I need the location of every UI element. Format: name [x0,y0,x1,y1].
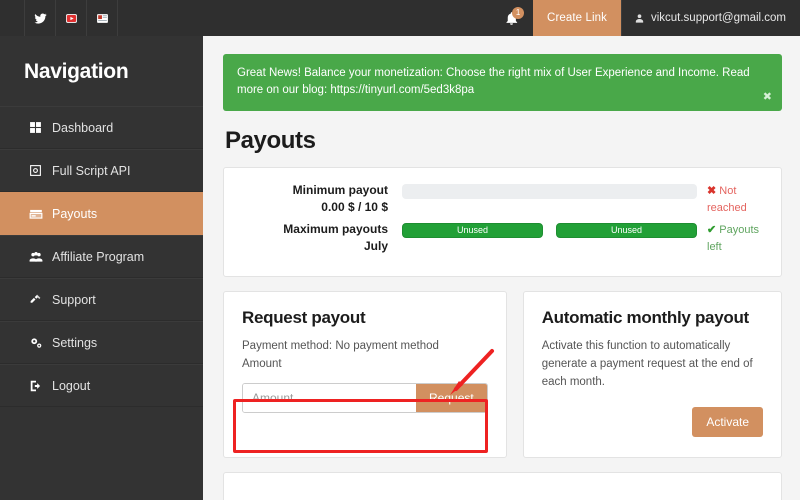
close-icon[interactable]: ✖ [763,92,772,103]
automatic-payout-title: Automatic monthly payout [541,308,750,327]
payout-panels-row: Request payout Payment method: No paymen… [223,291,782,458]
stat-bars [402,182,697,199]
sidebar-item-full-script-api[interactable]: Full Script API [0,149,203,192]
stat-label-line1: Maximum payouts [283,222,388,236]
users-icon [28,250,43,264]
social-links-group [24,0,118,36]
sidebar-item-affiliate-program[interactable]: Affiliate Program [0,235,203,278]
sidebar-item-label: Payouts [52,206,98,221]
news-glyph [96,13,108,23]
sidebar-item-label: Support [52,292,96,307]
payout-stats-card: Minimum payout 0.00 $ / 10 $ ✖ Not reach… [223,167,782,277]
sidebar-item-label: Affiliate Program [52,249,145,264]
announcement-text: Great News! Balance your monetization: C… [237,67,750,96]
stat-bars: Unused Unused [402,221,697,238]
news-icon[interactable] [86,0,118,36]
top-navbar: 1 Create Link vikcut.support@gmail.com [0,0,800,36]
request-payout-card: Request payout Payment method: No paymen… [223,291,507,458]
life-ring-icon [28,293,43,306]
stat-label: Maximum payouts July [242,221,402,255]
check-icon: ✔ [707,224,717,236]
sidebar-item-support[interactable]: Support [0,278,203,321]
sidebar-item-payouts[interactable]: Payouts [0,192,203,235]
payout-slot-bar: Unused [556,223,697,238]
sidebar-item-label: Full Script API [52,163,131,178]
user-email-label: vikcut.support@gmail.com [650,12,786,24]
notification-badge: 1 [512,7,525,19]
stat-label-line2: 0.00 $ / 10 $ [321,200,388,214]
payment-method-line: Payment method: No payment method [242,340,439,352]
twitter-icon[interactable] [24,0,56,36]
credit-card-icon [28,207,43,221]
activate-button-wrap: Activate [542,407,763,437]
stat-label: Minimum payout 0.00 $ / 10 $ [242,182,402,216]
stat-label-line2: July [363,239,388,253]
status-badge-payouts-left: ✔ Payouts left [697,221,763,256]
sidebar-item-dashboard[interactable]: Dashboard [0,106,203,149]
progress-bar-empty [402,184,697,199]
activate-button[interactable]: Activate [692,407,763,437]
grid-icon [28,121,43,134]
automatic-payout-description: Activate this function to automatically … [541,340,753,388]
request-button[interactable]: Request [416,384,487,412]
create-link-button[interactable]: Create Link [533,0,621,36]
request-payout-title: Request payout [242,308,366,327]
amount-label: Amount [242,358,282,370]
user-menu[interactable]: vikcut.support@gmail.com [620,0,800,36]
notifications-button[interactable]: 1 [489,0,533,36]
user-icon [635,13,644,23]
announcement-banner: Great News! Balance your monetization: C… [223,54,782,111]
automatic-monthly-payout-card: Automatic monthly payout Activate this f… [522,291,782,458]
main-content: Great News! Balance your monetization: C… [203,36,800,500]
sign-out-icon [28,379,43,393]
sidebar-item-label: Dashboard [52,120,114,135]
sidebar-item-logout[interactable]: Logout [0,364,203,407]
stat-row-maximum-payouts: Maximum payouts July Unused Unused ✔ Pay… [242,221,763,256]
twitter-glyph [34,13,47,24]
youtube-icon[interactable] [55,0,87,36]
app-root: 1 Create Link vikcut.support@gmail.com N… [0,0,800,500]
page-title: Payouts [225,127,316,154]
amount-input[interactable] [243,384,416,412]
expand-icon [28,164,43,177]
stat-label-line1: Minimum payout [292,183,388,197]
cogs-icon [28,336,43,350]
sidebar-item-settings[interactable]: Settings [0,321,203,364]
status-badge-not-reached: ✖ Not reached [697,182,763,217]
bottom-card-partial [223,472,782,500]
sidebar-item-label: Settings [52,335,98,350]
youtube-glyph [65,13,77,23]
amount-input-group: Request [242,383,488,413]
sidebar: Navigation Dashboard Full Script API Pay… [0,36,203,500]
stat-row-minimum-payout: Minimum payout 0.00 $ / 10 $ ✖ Not reach… [242,182,763,217]
sidebar-item-label: Logout [52,378,91,393]
sidebar-title: Navigation [24,60,129,83]
cross-icon: ✖ [707,185,717,197]
payout-slot-bar: Unused [402,223,543,238]
